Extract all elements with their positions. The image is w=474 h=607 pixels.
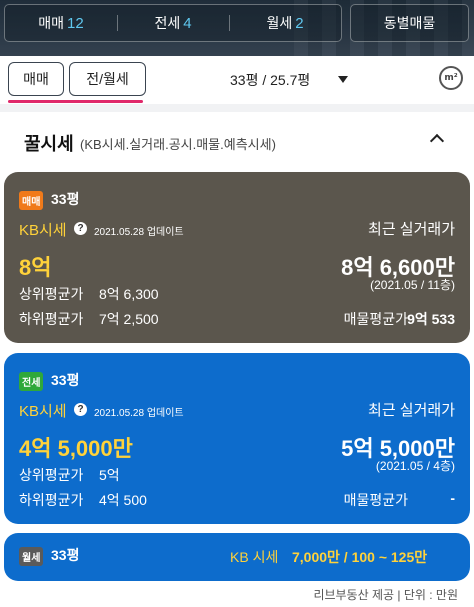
wolse-pyeong: 33평 xyxy=(51,547,80,563)
jeonse-upper-label: 상위평균가 xyxy=(19,467,84,483)
jeonse-price-card: 전세 33평 KB시세 ? 2021.05.28 업데이트 최근 실거래가 4억… xyxy=(4,353,470,524)
active-chip-underline xyxy=(8,100,143,103)
chip-jeonse-wolse[interactable]: 전/월세 xyxy=(69,62,146,96)
jeonse-updated: 2021.05.28 업데이트 xyxy=(94,408,184,419)
jeonse-recent-label: 최근 실거래가 xyxy=(368,402,455,419)
jeonse-badge: 전세 xyxy=(19,372,44,391)
jeonse-kb-label: KB시세 xyxy=(19,403,67,420)
tab-sale[interactable]: 매매 12 xyxy=(5,13,117,33)
sale-lower-value: 7억 2,500 xyxy=(99,311,159,327)
area-select[interactable]: 33평 / 25.7평 xyxy=(230,70,310,90)
sub-header: 매매 전/월세 33평 / 25.7평 m² xyxy=(0,56,474,104)
sale-kb-price: 8억 xyxy=(19,255,52,280)
source-footnote: 리브부동산 제공 | 단위 : 만원 xyxy=(313,588,458,602)
sale-recent-sub: (2021.05 / 11층) xyxy=(370,278,455,292)
sale-lower-label: 하위평균가 xyxy=(19,311,84,327)
sale-upper-label: 상위평균가 xyxy=(19,286,84,302)
jeonse-listing-avg-value: - xyxy=(450,490,455,506)
deal-type-tabs: 매매 12 전세 4 월세 2 xyxy=(4,4,342,42)
sale-badge: 매매 xyxy=(19,191,44,210)
chip-sale[interactable]: 매매 xyxy=(8,62,64,96)
tab-jeonse-count: 4 xyxy=(183,15,192,32)
jeonse-listing-avg-label: 매물평균가 xyxy=(343,492,408,508)
section-title: 꿀시세 xyxy=(24,134,74,154)
dong-listings-button[interactable]: 동별매물 xyxy=(350,4,469,42)
jeonse-upper-value: 5억 xyxy=(99,467,120,483)
jeonse-pyeong: 33평 xyxy=(51,372,80,388)
tab-wolse-count: 2 xyxy=(295,15,304,32)
top-bar: 매매 12 전세 4 월세 2 동별매물 xyxy=(0,0,474,56)
jeonse-recent-sub: (2021.05 / 4층) xyxy=(375,459,455,473)
help-icon[interactable]: ? xyxy=(74,222,87,235)
jeonse-lower-label: 하위평균가 xyxy=(19,492,84,508)
sale-recent-label: 최근 실거래가 xyxy=(368,221,455,238)
help-icon[interactable]: ? xyxy=(74,403,87,416)
wolse-badge: 월세 xyxy=(19,547,44,566)
caret-down-icon[interactable] xyxy=(338,76,348,83)
jeonse-lower-value: 4억 500 xyxy=(99,492,147,508)
tab-sale-label: 매매 xyxy=(38,15,65,31)
tab-wolse[interactable]: 월세 2 xyxy=(229,13,341,33)
sale-updated: 2021.05.28 업데이트 xyxy=(94,227,184,238)
price-section: 꿀시세 (KB시세.실거래.공시.매물.예측시세) 매매 33평 KB시세 ? … xyxy=(0,112,474,607)
tab-jeonse-label: 전세 xyxy=(154,15,181,31)
tab-wolse-label: 월세 xyxy=(266,15,293,31)
sale-upper-value: 8억 6,300 xyxy=(99,286,159,302)
sale-kb-label: KB시세 xyxy=(19,222,67,239)
wolse-price-card[interactable]: 월세 33평 KB 시세 7,000만 / 100 ~ 125만 xyxy=(4,533,470,581)
chevron-up-icon[interactable] xyxy=(429,133,445,149)
sale-pyeong: 33평 xyxy=(51,191,80,207)
tab-sale-count: 12 xyxy=(67,15,84,32)
wolse-kb-value: 7,000만 / 100 ~ 125만 xyxy=(292,549,428,565)
wolse-kb-label: KB 시세 xyxy=(230,549,279,565)
unit-toggle-icon[interactable]: m² xyxy=(439,66,463,90)
sale-listing-avg-label: 매물평균가 xyxy=(343,311,408,327)
jeonse-kb-price: 4억 5,000만 xyxy=(19,436,133,461)
section-subtitle: (KB시세.실거래.공시.매물.예측시세) xyxy=(80,137,276,152)
tab-jeonse[interactable]: 전세 4 xyxy=(117,13,229,33)
sale-price-card: 매매 33평 KB시세 ? 2021.05.28 업데이트 최근 실거래가 8억… xyxy=(4,172,470,343)
sale-listing-avg-value: 9억 533 xyxy=(407,311,455,327)
